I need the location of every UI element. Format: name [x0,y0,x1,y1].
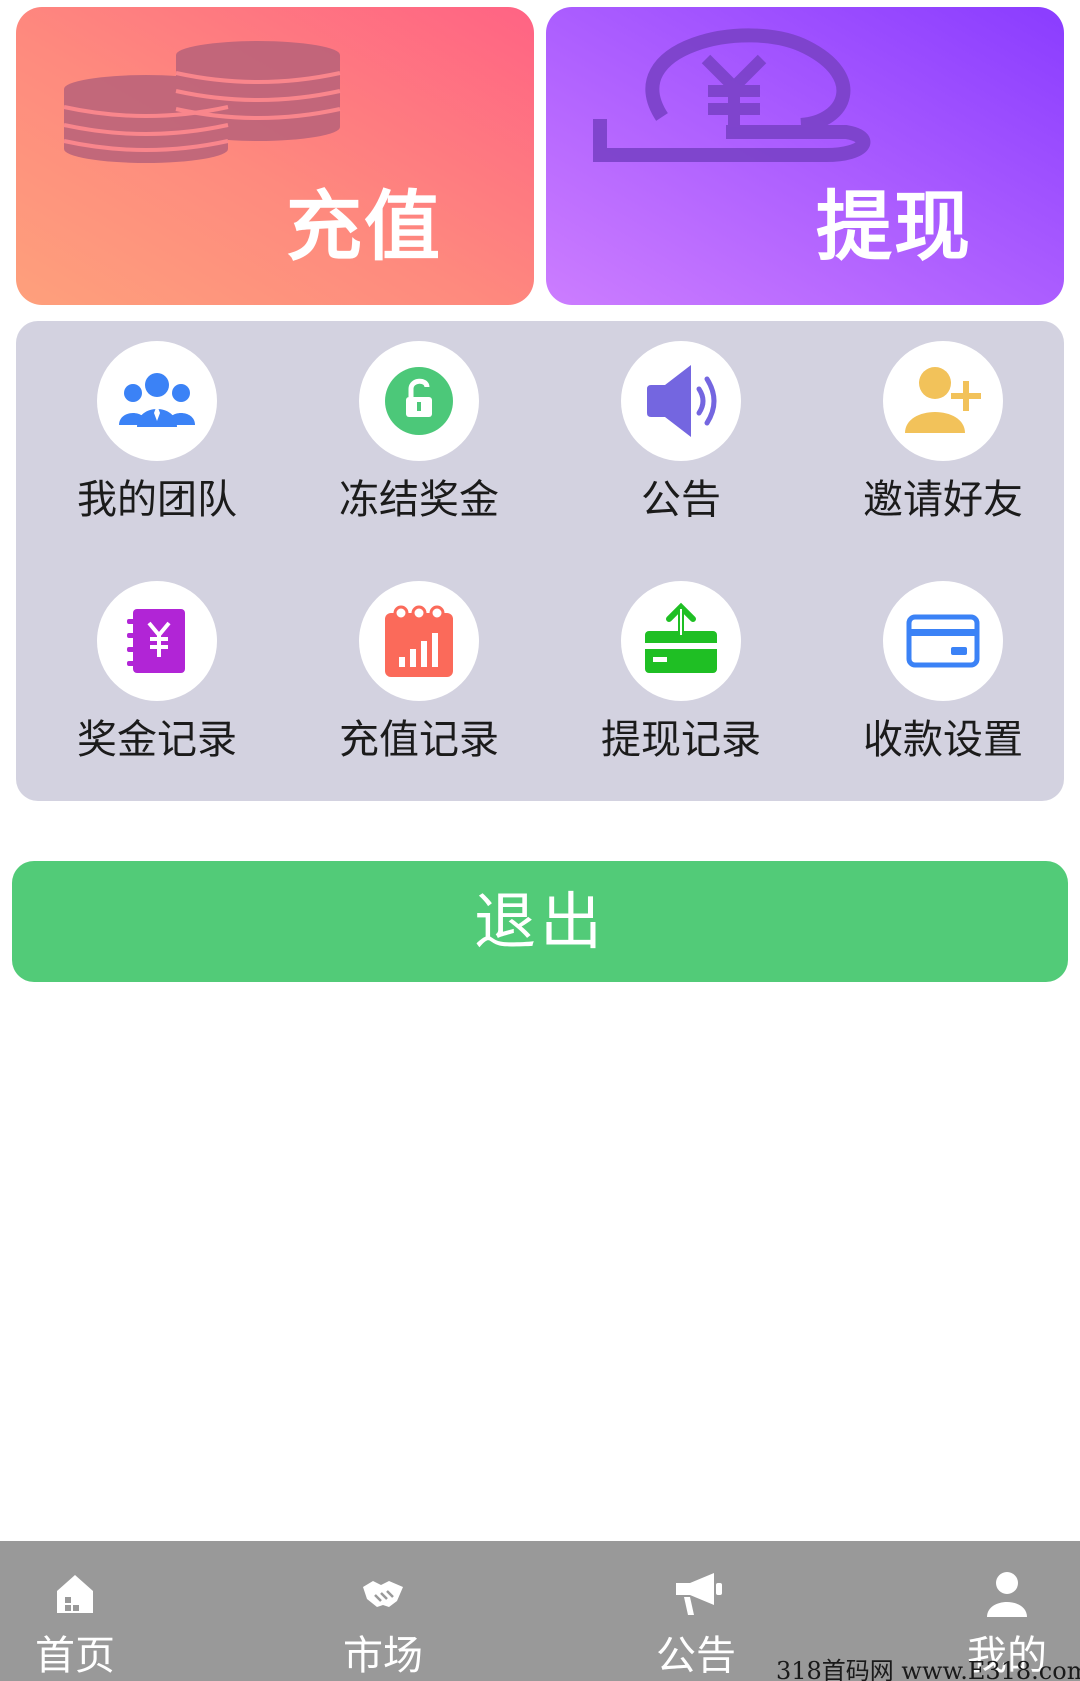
lock-icon-circle [359,341,479,461]
grid-item-invite[interactable]: 邀请好友 [812,321,1074,541]
handshake-icon [363,1581,403,1607]
grid-label-frozen-bonus: 冻结奖金 [339,477,499,523]
grid-label-bonus-records: 奖金记录 [77,717,237,763]
card-icon-circle [883,581,1003,701]
grid-item-notice[interactable]: 公告 [550,321,812,541]
watermark: 318首码网 www.E318.com [776,1657,1080,1681]
tab-notice[interactable]: 公告 [621,1541,771,1681]
grid-label-payment-settings: 收款设置 [863,717,1023,763]
grid-item-payment-settings[interactable]: 收款设置 [812,561,1074,781]
tab-home[interactable]: 首页 [0,1541,150,1681]
grid-label-recharge-records: 充值记录 [339,717,499,763]
tab-label-home: 首页 [35,1633,115,1679]
grid-item-frozen-bonus[interactable]: 冻结奖金 [288,321,550,541]
speaker-icon-circle [621,341,741,461]
add-user-icon [905,367,981,433]
user-icon [987,1572,1027,1617]
menu-grid: 我的团队 冻结奖金 公告 邀请好友 奖金记录 充值记录 提现记录 收款设置 [16,321,1064,801]
coins-icon [63,41,341,163]
yen-hand-icon [593,28,871,162]
home-icon [57,1575,93,1613]
upload-box-icon [645,602,717,673]
grid-label-withdraw-records: 提现记录 [601,717,761,763]
withdraw-label: 提现 [816,182,972,271]
card-icon [906,614,980,668]
calendar-chart-icon-circle [359,581,479,701]
grid-label-team: 我的团队 [77,477,237,523]
megaphone-icon [676,1573,722,1615]
grid-item-recharge-records[interactable]: 充值记录 [288,561,550,781]
logout-button[interactable]: 退出 [12,861,1068,982]
upload-box-icon-circle [621,581,741,701]
speaker-icon [647,365,717,437]
tab-label-market: 市场 [343,1633,423,1679]
grid-item-withdraw-records[interactable]: 提现记录 [550,561,812,781]
grid-label-invite: 邀请好友 [863,477,1023,523]
recharge-card[interactable]: 充值 [16,7,534,305]
withdraw-card[interactable]: 提现 [546,7,1064,305]
lock-icon [385,367,453,435]
recharge-label: 充值 [286,182,442,271]
yen-notebook-icon [127,609,185,673]
tab-label-notice: 公告 [656,1633,736,1679]
calendar-chart-icon [385,605,453,677]
add-user-icon-circle [883,341,1003,461]
page: 充值 提现 我的团队 冻结奖金 公告 邀请好友 奖金记录 充值记录 提现记录 收… [0,0,1080,1681]
team-icon [119,373,195,427]
tab-market[interactable]: 市场 [308,1541,458,1681]
team-icon-circle [97,341,217,461]
yen-notebook-icon-circle [97,581,217,701]
grid-label-notice: 公告 [641,477,721,523]
grid-item-team[interactable]: 我的团队 [26,321,288,541]
grid-item-bonus-records[interactable]: 奖金记录 [26,561,288,781]
